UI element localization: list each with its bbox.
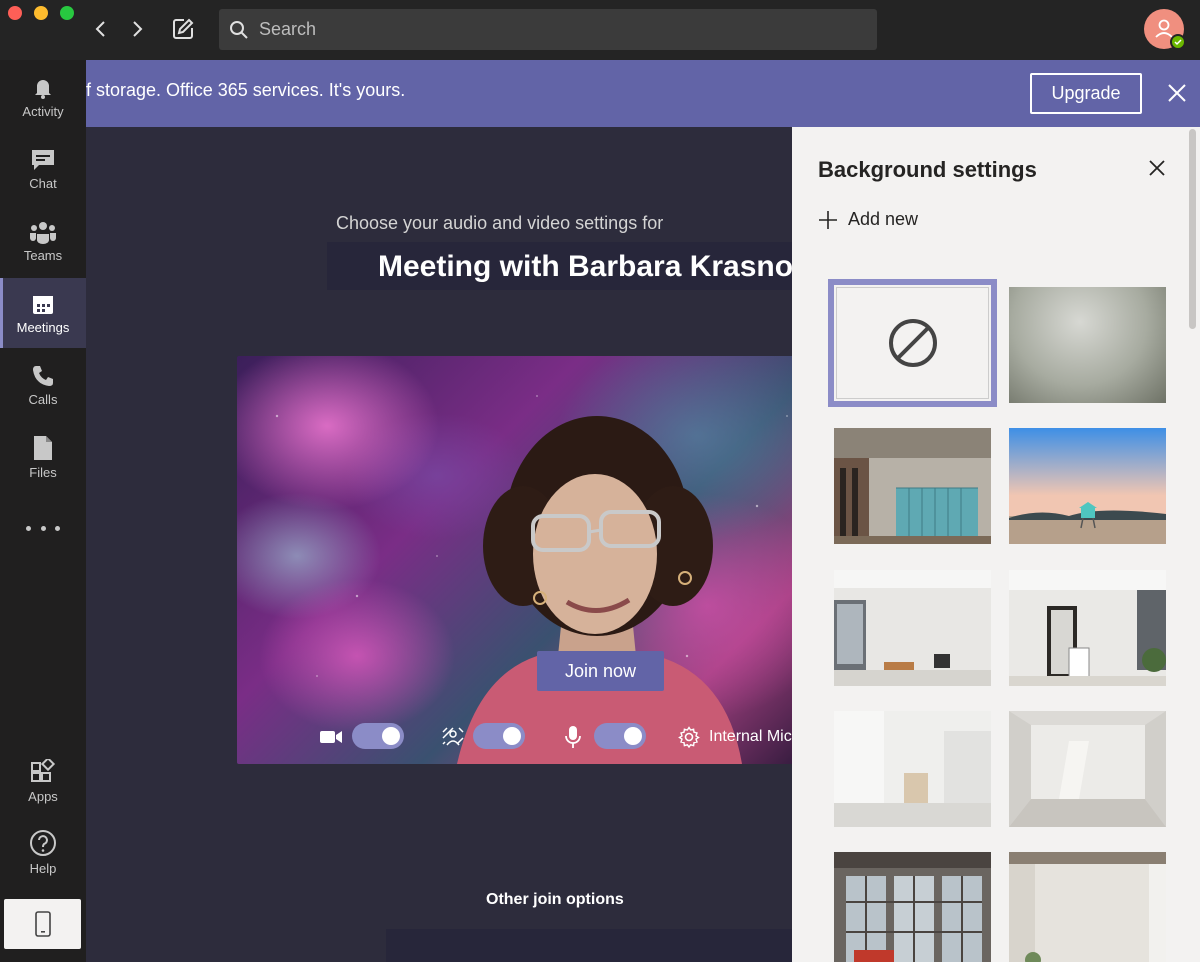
background-blur-option[interactable] xyxy=(1009,287,1166,403)
meeting-title: Meeting with Barbara Krasnoff xyxy=(378,250,792,283)
add-new-label: Add new xyxy=(848,209,919,229)
banner-text: f storage. Office 365 services. It's you… xyxy=(86,80,406,100)
toggle-knob xyxy=(382,727,400,745)
microphone-toggle[interactable] xyxy=(594,723,646,749)
camera-toggle[interactable] xyxy=(352,723,404,749)
plain-room-image xyxy=(1009,852,1166,962)
close-icon[interactable] xyxy=(1166,82,1188,104)
prohibited-icon xyxy=(888,319,937,367)
background-loft-2-option[interactable] xyxy=(1009,570,1166,686)
rail-item-label: Meetings xyxy=(16,319,70,335)
background-beach-option[interactable] xyxy=(1009,428,1166,544)
close-window-button[interactable] xyxy=(8,6,22,20)
chevron-right-icon xyxy=(133,21,143,37)
rail-item-label: Chat xyxy=(29,175,57,191)
loft-image xyxy=(834,570,991,686)
search-input[interactable] xyxy=(259,19,859,40)
more-dot-icon xyxy=(55,525,60,531)
background-settings-panel: Background settings Add new xyxy=(792,127,1200,962)
rail-item-calls[interactable]: Calls xyxy=(0,350,86,420)
rail-item-help[interactable]: Help xyxy=(0,817,86,887)
loft-image xyxy=(1009,570,1166,686)
no-background-thumbnail xyxy=(836,287,989,399)
toggle-knob xyxy=(503,727,521,745)
app-rail: Activity Chat Teams Meetings Calls Files… xyxy=(0,60,86,962)
rail-item-chat[interactable]: Chat xyxy=(0,134,86,204)
search-bar[interactable] xyxy=(219,9,877,50)
meeting-title-box: Meeting with Barbara Krasnoff xyxy=(327,242,792,290)
upgrade-button[interactable]: Upgrade xyxy=(1030,73,1142,114)
calendar-icon xyxy=(33,295,53,314)
apps-icon xyxy=(31,758,56,782)
rail-item-teams[interactable]: Teams xyxy=(0,206,86,276)
minimize-window-button[interactable] xyxy=(34,6,48,20)
toggle-knob xyxy=(624,727,642,745)
rail-item-label: Files xyxy=(29,464,57,480)
rail-item-label: Calls xyxy=(28,391,58,407)
microphone-icon xyxy=(561,725,585,749)
bell-icon xyxy=(35,79,51,99)
background-studio-option[interactable] xyxy=(1009,711,1166,827)
other-join-options-label: Other join options xyxy=(486,891,624,908)
rail-item-meetings[interactable]: Meetings xyxy=(0,278,86,348)
gear-icon[interactable] xyxy=(677,725,701,749)
background-none-option[interactable] xyxy=(828,279,997,407)
rail-item-label: Activity xyxy=(22,103,64,119)
help-icon xyxy=(30,829,56,856)
panel-scrollbar[interactable] xyxy=(1189,129,1196,329)
rail-item-apps[interactable]: Apps xyxy=(0,746,86,816)
video-preview: Join now Internal Mic xyxy=(237,356,792,764)
studio-image xyxy=(1009,711,1166,827)
industrial-image xyxy=(834,852,991,962)
background-effects-icon xyxy=(441,725,465,749)
title-bar xyxy=(0,0,1200,60)
white-room-image xyxy=(834,711,991,827)
add-new-background-button[interactable]: Add new xyxy=(818,209,918,230)
camera-icon xyxy=(319,725,343,749)
file-icon xyxy=(34,435,52,460)
presence-available-icon xyxy=(1170,34,1186,50)
compose-icon xyxy=(173,18,194,39)
audio-device-label[interactable]: Internal Mic xyxy=(709,728,792,746)
beach-image xyxy=(1009,428,1166,544)
rail-item-label: Apps xyxy=(28,788,58,804)
office-image xyxy=(834,428,991,544)
upgrade-banner: f storage. Office 365 services. It's you… xyxy=(86,60,1200,127)
device-controls: Internal Mic xyxy=(237,711,792,764)
background-industrial-option[interactable] xyxy=(834,852,991,962)
rail-item-label: Teams xyxy=(23,247,63,263)
join-now-button[interactable]: Join now xyxy=(537,651,664,691)
panel-title: Background settings xyxy=(818,157,1037,182)
background-blur-toggle[interactable] xyxy=(473,723,525,749)
download-mobile-app-button[interactable] xyxy=(4,899,81,949)
background-white-room-option[interactable] xyxy=(834,711,991,827)
phone-icon xyxy=(33,365,53,386)
background-loft-1-option[interactable] xyxy=(834,570,991,686)
plus-icon xyxy=(819,210,837,229)
rail-item-activity[interactable]: Activity xyxy=(0,62,86,132)
mobile-phone-icon xyxy=(34,911,51,937)
prejoin-stage: Choose your audio and video settings for… xyxy=(86,127,792,962)
new-chat-button[interactable] xyxy=(168,14,198,44)
more-dot-icon xyxy=(26,525,31,531)
more-dot-icon xyxy=(40,525,46,531)
forward-button[interactable] xyxy=(122,14,152,44)
zoom-window-button[interactable] xyxy=(60,6,74,20)
prejoin-subtitle: Choose your audio and video settings for xyxy=(336,213,664,233)
search-icon xyxy=(229,19,251,41)
rail-item-label: Help xyxy=(29,860,57,876)
close-icon[interactable] xyxy=(1147,158,1167,178)
chat-icon xyxy=(32,149,54,170)
background-plain-room-option[interactable] xyxy=(1009,852,1166,962)
teams-icon xyxy=(30,221,56,244)
back-button[interactable] xyxy=(86,14,116,44)
more-apps-button[interactable] xyxy=(26,522,60,534)
chevron-left-icon xyxy=(95,21,105,37)
background-office-option[interactable] xyxy=(834,428,991,544)
rail-item-files[interactable]: Files xyxy=(0,422,86,492)
participant-video-image xyxy=(457,416,742,764)
join-options-bar xyxy=(386,929,792,962)
